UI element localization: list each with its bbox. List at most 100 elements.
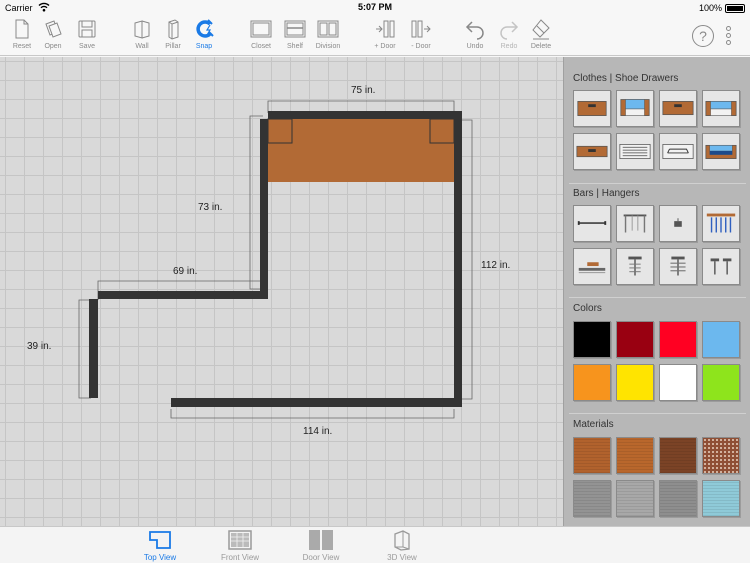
tie-rack-option[interactable] xyxy=(702,205,740,242)
floor-plan-canvas[interactable]: 75 in. 73 in. 69 in. 112 in. 39 in. 114 … xyxy=(0,57,563,526)
battery-percent: 100% xyxy=(698,3,722,13)
drawer-icon xyxy=(662,101,694,116)
sliding-tray-option[interactable] xyxy=(573,248,611,285)
hook-icon xyxy=(674,218,682,227)
color-swatch-4[interactable] xyxy=(702,321,740,358)
top-view-icon xyxy=(149,531,171,549)
clock: 5:07 PM xyxy=(357,2,392,12)
shelf-label: Shelf xyxy=(287,43,303,50)
drawer-open-icon xyxy=(620,99,650,116)
door-view-icon xyxy=(309,530,333,550)
floor-plan-drawing xyxy=(78,100,473,419)
app-root: Carrier 5:07 PM 100% Reset Open Save Wal… xyxy=(0,0,750,563)
color-swatch-6[interactable] xyxy=(616,364,654,401)
delete-button[interactable]: Delete xyxy=(523,18,559,56)
material-swatch-1[interactable] xyxy=(573,437,611,474)
redo-button[interactable]: Redo xyxy=(491,18,527,56)
section-divider xyxy=(569,183,746,184)
snap-label: Snap xyxy=(195,43,213,50)
hook-option[interactable] xyxy=(659,205,697,242)
magnet-icon xyxy=(196,19,214,38)
material-swatch-8[interactable] xyxy=(702,480,740,517)
colors-section-title: Colors xyxy=(573,303,602,314)
pull-out-rack-icon xyxy=(662,144,694,159)
dimension-middle: 69 in. xyxy=(173,266,198,277)
drawer-option-4[interactable] xyxy=(702,90,740,127)
save-button[interactable]: Save xyxy=(69,18,105,56)
color-swatch-1[interactable] xyxy=(573,321,611,358)
dimension-left-lower: 39 in. xyxy=(27,341,52,352)
shelf-icon xyxy=(284,20,306,38)
closet-button[interactable]: Closet xyxy=(243,18,279,56)
undo-button[interactable]: Undo xyxy=(457,18,493,56)
section-divider xyxy=(569,413,746,414)
add-door-label: + Door xyxy=(374,43,396,50)
floppy-disk-icon xyxy=(78,20,96,38)
drawers-section-title: Clothes | Shoe Drawers xyxy=(573,73,679,84)
shoe-rack-option-1[interactable] xyxy=(616,133,654,170)
tab-top-view[interactable]: Top View xyxy=(130,529,190,562)
double-hook-option[interactable] xyxy=(702,248,740,285)
open-button[interactable]: Open xyxy=(35,18,71,56)
color-swatch-3[interactable] xyxy=(659,321,697,358)
tab-3d-view-label: 3D View xyxy=(387,553,417,562)
closet-unit[interactable] xyxy=(268,119,454,182)
redo-arrow-icon xyxy=(500,21,519,40)
valet-rod-option[interactable] xyxy=(616,205,654,242)
drawer-open-icon xyxy=(705,101,737,116)
material-swatch-4[interactable] xyxy=(702,437,740,474)
pant-rack-option[interactable] xyxy=(616,248,654,285)
more-options-icon[interactable] xyxy=(724,26,732,48)
bars-section-title: Bars | Hangers xyxy=(573,188,640,199)
shoe-rack-icon xyxy=(619,144,651,159)
tab-door-view-label: Door View xyxy=(302,553,340,562)
save-label: Save xyxy=(79,43,95,50)
drawer-icon xyxy=(577,101,607,116)
add-door-button[interactable]: + Door xyxy=(367,18,403,56)
belt-rack-icon xyxy=(670,256,686,276)
shoe-drawer-option-1[interactable] xyxy=(573,133,611,170)
component-panel: Clothes | Shoe Drawers Bars | Hangers Co… xyxy=(563,57,750,526)
new-document-icon xyxy=(15,19,29,39)
shoe-rack-option-2[interactable] xyxy=(659,133,697,170)
open-label: Open xyxy=(44,43,62,50)
shelf-button[interactable]: Shelf xyxy=(277,18,313,56)
tab-front-view-label: Front View xyxy=(220,553,260,562)
belt-rack-option[interactable] xyxy=(659,248,697,285)
shoe-drawer-option-2[interactable] xyxy=(702,133,740,170)
hanging-bar-icon xyxy=(577,221,607,225)
open-documents-icon xyxy=(45,20,62,38)
material-swatch-6[interactable] xyxy=(616,480,654,517)
shoe-drawer-icon xyxy=(576,145,608,158)
drawer-option-2[interactable] xyxy=(616,90,654,127)
material-swatch-2[interactable] xyxy=(616,437,654,474)
sliding-tray-icon xyxy=(578,262,606,274)
color-swatch-8[interactable] xyxy=(702,364,740,401)
tab-3d-view[interactable]: 3D View xyxy=(372,529,432,562)
wall-icon xyxy=(134,20,150,39)
division-button[interactable]: Division xyxy=(310,18,346,56)
dimension-right: 112 in. xyxy=(481,260,511,271)
material-swatch-7[interactable] xyxy=(659,480,697,517)
help-button[interactable]: ? xyxy=(692,25,714,47)
tie-rack-icon xyxy=(706,213,736,233)
tab-front-view[interactable]: Front View xyxy=(210,529,270,562)
hanging-bar-option[interactable] xyxy=(573,205,611,242)
color-swatch-5[interactable] xyxy=(573,364,611,401)
material-swatch-5[interactable] xyxy=(573,480,611,517)
tab-door-view[interactable]: Door View xyxy=(291,529,351,562)
drawer-option-1[interactable] xyxy=(573,90,611,127)
dimension-bottom: 114 in. xyxy=(303,426,333,437)
material-swatch-3[interactable] xyxy=(659,437,697,474)
materials-section-title: Materials xyxy=(573,419,614,430)
undo-arrow-icon xyxy=(465,21,484,40)
remove-door-button[interactable]: - Door xyxy=(403,18,439,56)
3d-view-icon xyxy=(394,530,410,551)
front-view-icon xyxy=(228,530,252,550)
tab-top-view-label: Top View xyxy=(143,553,177,562)
snap-button[interactable]: Snap xyxy=(186,18,222,56)
color-swatch-2[interactable] xyxy=(616,321,654,358)
division-label: Division xyxy=(315,43,341,50)
color-swatch-7[interactable] xyxy=(659,364,697,401)
drawer-option-3[interactable] xyxy=(659,90,697,127)
